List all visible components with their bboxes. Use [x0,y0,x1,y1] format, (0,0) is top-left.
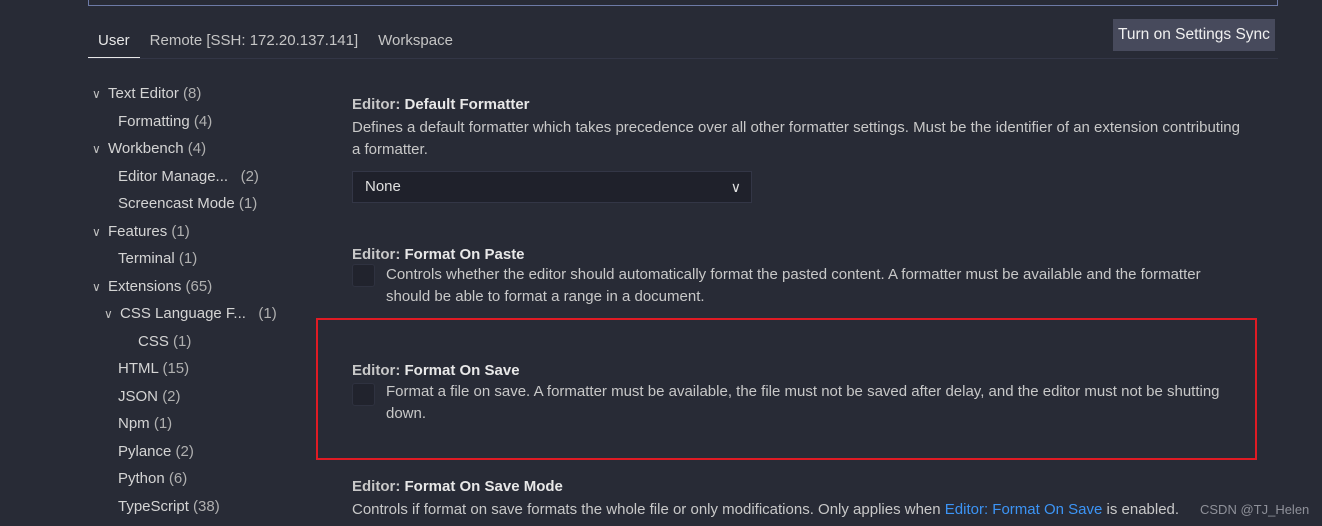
setting-description: Controls if format on save formats the w… [352,499,1272,521]
toc-item[interactable]: ∨ Extensions (65) [92,273,277,301]
toc-item-count: (4) [193,112,213,130]
settings-search-input[interactable] [88,0,1278,6]
toc-item-label: Pylance [118,442,172,460]
toc-item-label: Text Editor [108,85,179,102]
toc-item-count: (65) [185,277,213,295]
toc-item[interactable]: Pylance (2) [92,438,277,466]
turn-on-settings-sync-button[interactable]: Turn on Settings Sync [1113,19,1275,51]
toc-item[interactable]: HTML (15) [92,355,277,383]
toc-item-count: (1) [153,415,173,432]
watermark: CSDN @TJ_Helen [1200,502,1310,517]
toc-item-label: Workbench [108,140,184,157]
format-on-save-link[interactable]: Editor: Format On Save [945,501,1103,518]
toc-item[interactable]: Terminal (1) [92,245,277,273]
toc-item-label: Editor Manage... [118,167,229,185]
setting-name: Format On Save [404,362,520,379]
chevron-down-icon: ∨ [92,224,101,239]
toc-item-count: (2) [175,442,194,460]
settings-scope-tabs: User Remote [SSH: 172.20.137.141] Worksp… [88,30,463,58]
setting-category: Editor: [352,362,405,379]
tab-remote[interactable]: Remote [SSH: 172.20.137.141] [140,30,368,58]
toc-item-count: (1) [238,195,258,212]
toc-item-label: JSON [118,387,159,405]
setting-format-on-paste: Editor: Format On Paste Controls whether… [352,246,1242,308]
toc-item-count: (4) [187,140,207,157]
toc-item-count: (1) [171,222,190,240]
chevron-down-icon: ∨ [92,279,101,294]
toc-item[interactable]: Npm (1) [92,410,277,438]
toc-item-label: HTML [118,360,159,377]
setting-category: Editor: [352,478,405,495]
toc-item-label: Screencast Mode [118,195,235,212]
toc-item-label: Python [118,470,165,487]
chevron-down-icon: ∨ [104,307,113,321]
setting-category: Editor: [352,96,405,113]
default-formatter-select[interactable]: None ∨ [352,171,752,203]
toc-item-label: Terminal [118,250,175,267]
toc-item-label: Npm [118,415,150,432]
toc-item-count: (2) [162,387,181,405]
toc-item[interactable]: Python (6) [92,465,277,493]
settings-toc-tree: ∨ Text Editor (8) Formatting (4) ∨ Workbench… [92,80,277,520]
format-on-save-checkbox[interactable] [352,383,375,406]
format-on-paste-checkbox[interactable] [352,264,375,287]
toc-item-count: (38) [193,497,220,515]
toc-item-count: (2) [232,167,259,185]
chevron-down-icon: ∨ [730,179,741,195]
toc-item[interactable]: CSS (1) [92,328,277,356]
setting-name: Format On Paste [404,246,525,263]
select-value: None [365,178,401,195]
toc-item[interactable]: Formatting (4) [92,108,277,136]
tab-workspace[interactable]: Workspace [368,30,463,58]
toc-item-count: (1) [178,250,198,267]
toc-item[interactable]: ∨ Text Editor (8) [92,80,277,108]
setting-format-on-save: Editor: Format On Save Format a file on … [352,362,1242,425]
toc-item[interactable]: Editor Manage... (2) [92,163,277,191]
toc-item[interactable]: Screencast Mode (1) [92,190,277,218]
chevron-down-icon: ∨ [92,87,101,101]
setting-description: Format a file on save. A formatter must … [386,383,1220,422]
tab-divider [88,58,1278,59]
toc-item-label: Features [108,222,168,240]
toc-item-count: (1) [250,305,277,322]
toc-item[interactable]: TypeScript (38) [92,493,277,521]
description-text: is enabled. [1102,501,1180,518]
setting-title: Editor: Format On Paste [352,246,1242,263]
toc-item-label: Formatting [118,112,190,130]
setting-default-formatter: Editor: Default Formatter Defines a defa… [352,96,1242,203]
description-text: Controls if format on save formats the w… [352,501,945,518]
toc-item-count: (1) [173,332,192,350]
toc-item-label: CSS [138,332,169,350]
setting-name: Format On Save Mode [404,478,563,495]
toc-item-label: TypeScript [118,497,189,515]
setting-title: Editor: Format On Save Mode [352,478,1272,495]
setting-name: Default Formatter [404,96,530,113]
toc-item[interactable]: ∨ Workbench (4) [92,135,277,163]
toc-item-count: (15) [162,360,190,377]
tab-user[interactable]: User [88,30,140,58]
toc-item[interactable]: ∨ Features (1) [92,218,277,246]
chevron-down-icon: ∨ [92,142,101,156]
setting-description: Defines a default formatter which takes … [352,119,1240,158]
toc-item-label: CSS Language F... [120,305,246,322]
toc-item[interactable]: JSON (2) [92,383,277,411]
toc-item-count: (8) [183,85,202,102]
setting-category: Editor: [352,246,405,263]
toc-item[interactable]: ∨ CSS Language F... (1) [92,300,277,328]
setting-description: Controls whether the editor should autom… [386,266,1201,305]
setting-title: Editor: Format On Save [352,362,1242,379]
setting-format-on-save-mode: Editor: Format On Save Mode Controls if … [352,478,1272,521]
setting-title: Editor: Default Formatter [352,96,1242,113]
toc-item-count: (6) [168,470,188,487]
toc-item-label: Extensions [108,277,182,295]
